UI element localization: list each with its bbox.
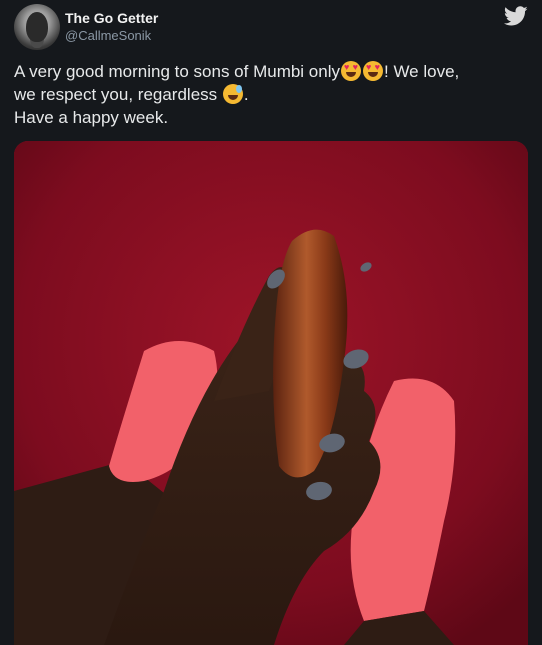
twitter-bird-icon[interactable] — [504, 4, 528, 28]
tweet-text-line2-end: . — [243, 85, 249, 104]
tweet-text-line1a: A very good morning to sons of Mumbi onl… — [14, 62, 340, 81]
tweet-text-line2: we respect you, regardless — [14, 85, 222, 104]
user-handle[interactable]: @CallmeSonik — [65, 27, 158, 45]
grinning-sweat-emoji-icon — [222, 84, 243, 104]
tweet-text-line3: Have a happy week. — [14, 108, 169, 127]
display-name[interactable]: The Go Getter — [65, 10, 158, 27]
avatar[interactable] — [14, 4, 60, 50]
tweet-photo[interactable] — [14, 141, 528, 645]
author-info[interactable]: The Go Getter @CallmeSonik — [65, 10, 158, 45]
tweet-header: The Go Getter @CallmeSonik — [14, 4, 528, 50]
tweet-card: The Go Getter @CallmeSonik A very good m… — [0, 0, 542, 645]
tweet-text: A very good morning to sons of Mumbi onl… — [14, 60, 528, 129]
heart-eyes-emoji-icon — [341, 61, 361, 81]
heart-eyes-emoji-icon — [363, 61, 383, 81]
tweet-text-line1b: ! We love, — [384, 62, 460, 81]
